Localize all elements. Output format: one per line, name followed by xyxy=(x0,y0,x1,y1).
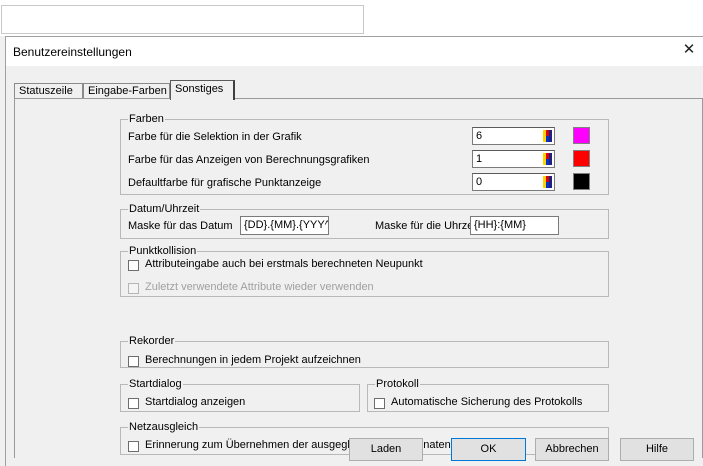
date-mask-input[interactable]: {DD}.{MM}.{YYY^ xyxy=(240,216,329,235)
color-picker-icon[interactable] xyxy=(543,130,552,142)
checkbox-rekorder[interactable] xyxy=(128,356,139,367)
color-swatch-punktanzeige xyxy=(573,173,590,190)
tab-eingabe-farben[interactable]: Eingabe-Farben xyxy=(83,83,170,99)
label-berechnungsgrafik-farbe: Farbe für das Anzeigen von Berechnungsgr… xyxy=(128,154,370,166)
label-startdialog: Startdialog anzeigen xyxy=(145,396,246,408)
cancel-button[interactable]: Abbrechen xyxy=(535,438,609,461)
group-netzausgleich-title: Netzausgleich xyxy=(129,421,199,433)
label-attributeingabe: Attributeingabe auch bei erstmals berech… xyxy=(145,258,423,270)
color-swatch-berechnungsgrafik xyxy=(573,150,590,167)
group-datum-title: Datum/Uhrzeit xyxy=(129,203,200,215)
label-selektion-farbe: Farbe für die Selektion in der Grafik xyxy=(128,131,302,143)
group-rekorder-title: Rekorder xyxy=(129,335,175,347)
time-mask-input[interactable]: {HH}:{MM} xyxy=(470,216,559,235)
group-punktkollision-title: Punktkollision xyxy=(129,245,197,257)
checkbox-startdialog[interactable] xyxy=(128,398,139,409)
title-bar: Benutzereinstellungen ✕ xyxy=(6,37,703,66)
group-farben-title: Farben xyxy=(129,113,164,125)
tab-statuszeile[interactable]: Statuszeile xyxy=(14,83,83,99)
color-picker-icon[interactable] xyxy=(543,176,552,188)
label-rekorder: Berechnungen in jedem Projekt aufzeichne… xyxy=(145,354,361,366)
tab-panel-sonstiges: Farben Farbe für die Selektion in der Gr… xyxy=(14,98,703,458)
checkbox-attribute-wiederverwenden[interactable] xyxy=(128,283,139,294)
color-index-selektion[interactable]: 6 xyxy=(472,127,555,145)
load-button[interactable]: Laden xyxy=(349,438,423,461)
settings-dialog: Benutzereinstellungen ✕ Statuszeile Eing… xyxy=(5,36,703,466)
background-input-field[interactable] xyxy=(1,5,364,34)
color-index-punktanzeige[interactable]: 0 xyxy=(472,173,555,191)
label-datum-maske: Maske für das Datum xyxy=(128,220,233,232)
ok-button[interactable]: OK xyxy=(451,438,526,461)
background-app-strip xyxy=(0,0,703,36)
color-index-punktanzeige-value: 0 xyxy=(476,176,483,188)
tab-sonstiges[interactable]: Sonstiges xyxy=(170,80,235,100)
label-protokoll: Automatische Sicherung des Protokolls xyxy=(391,396,583,408)
close-icon[interactable]: ✕ xyxy=(681,42,697,58)
color-index-berechnungsgrafik-value: 1 xyxy=(476,153,483,165)
color-picker-icon[interactable] xyxy=(543,153,552,165)
label-punktanzeige-farbe: Defaultfarbe für grafische Punktanzeige xyxy=(128,177,322,189)
color-index-berechnungsgrafik[interactable]: 1 xyxy=(472,150,555,168)
label-netzausgleich: Erinnerung zum Übernehmen der ausgeglich… xyxy=(145,439,499,451)
help-button[interactable]: Hilfe xyxy=(620,438,694,461)
label-attribute-wiederverwenden: Zuletzt verwendete Attribute wieder verw… xyxy=(145,281,374,293)
checkbox-netzausgleich[interactable] xyxy=(128,441,139,452)
checkbox-attributeingabe[interactable] xyxy=(128,260,139,271)
color-swatch-selektion xyxy=(573,127,590,144)
color-index-selektion-value: 6 xyxy=(476,130,483,142)
dialog-title: Benutzereinstellungen xyxy=(13,45,132,59)
label-uhrzeit-maske: Maske für die Uhrzeit xyxy=(375,220,479,232)
group-protokoll-title: Protokoll xyxy=(376,378,419,390)
checkbox-protokoll[interactable] xyxy=(374,398,385,409)
group-startdialog-title: Startdialog xyxy=(129,378,182,390)
